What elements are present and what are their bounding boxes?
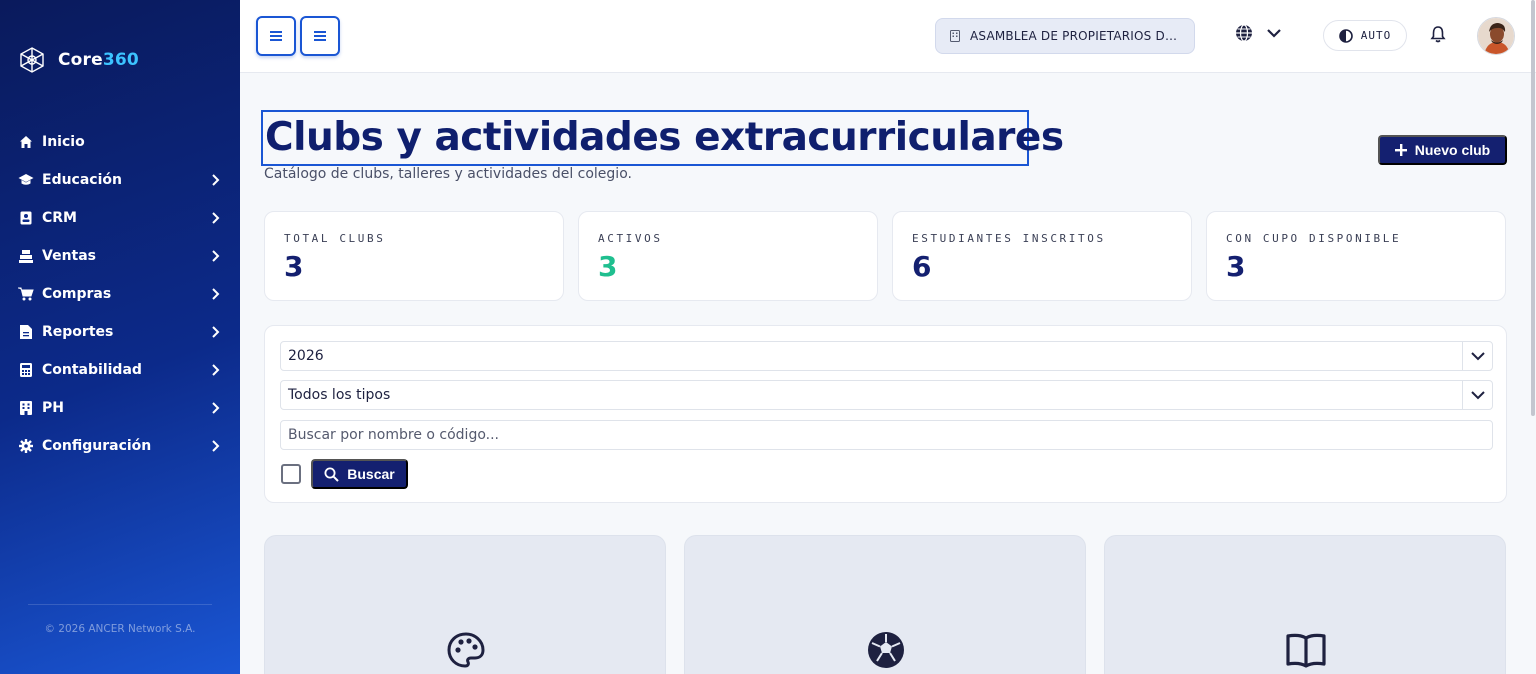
chevron-right-icon — [212, 440, 220, 452]
sidebar-item-label: Compras — [42, 286, 112, 302]
stat-card-total-clubs: TOTAL CLUBS 3 — [264, 211, 564, 301]
sidebar-item-ph[interactable]: PH — [0, 389, 240, 427]
sidebar-item-contabilidad[interactable]: Contabilidad — [0, 351, 240, 389]
page-subtitle: Catálogo de clubs, talleres y actividade… — [264, 166, 632, 182]
sidebar-item-label: Ventas — [42, 248, 97, 264]
club-card[interactable] — [1104, 535, 1506, 674]
sidebar-nav: Inicio Educación CRM Ventas Compras Repo… — [0, 123, 240, 465]
notifications-button[interactable] — [1430, 25, 1446, 47]
new-club-button[interactable]: Nuevo club — [1378, 135, 1507, 165]
chevron-right-icon — [212, 364, 220, 376]
chevron-right-icon — [212, 402, 220, 414]
menu-icon — [270, 31, 282, 41]
sidebar-item-crm[interactable]: CRM — [0, 199, 240, 237]
language-selector[interactable] — [1235, 24, 1281, 42]
search-button[interactable]: Buscar — [311, 459, 408, 489]
file-report-icon — [18, 324, 34, 340]
chevron-down-icon — [1470, 352, 1485, 361]
filters-panel: 2026 Todos los tipos Buscar — [264, 325, 1507, 503]
sidebar-item-educacion[interactable]: Educación — [0, 161, 240, 199]
chevron-right-icon — [212, 212, 220, 224]
sidebar-item-compras[interactable]: Compras — [0, 275, 240, 313]
shopping-cart-icon — [18, 286, 34, 302]
sidebar: Core360 Inicio Educación CRM Ventas Comp… — [0, 0, 240, 674]
chevron-down-icon — [1470, 391, 1485, 400]
club-card[interactable] — [264, 535, 666, 674]
year-select-value: 2026 — [288, 348, 324, 364]
copyright-text: © 2026 ANCER Network S.A. — [44, 623, 196, 635]
search-icon — [324, 467, 339, 482]
menu-icon — [314, 31, 326, 41]
year-select[interactable]: 2026 — [280, 341, 1493, 371]
stat-label: ACTIVOS — [598, 232, 663, 245]
calculator-icon — [18, 362, 34, 378]
chevron-right-icon — [212, 326, 220, 338]
user-avatar-image — [1478, 18, 1514, 54]
search-button-label: Buscar — [347, 466, 395, 482]
graduation-cap-icon — [18, 172, 34, 188]
open-book-icon — [1286, 630, 1326, 670]
chevron-right-icon — [212, 250, 220, 262]
filter-checkbox[interactable] — [281, 464, 301, 484]
core360-logo-icon — [20, 47, 44, 73]
soccer-ball-icon — [866, 630, 906, 670]
brand-logo[interactable]: Core360 — [18, 46, 139, 74]
globe-icon — [1236, 24, 1252, 42]
type-select-value: Todos los tipos — [288, 387, 391, 403]
sidebar-item-configuracion[interactable]: Configuración — [0, 427, 240, 465]
toggle-sidebar-button[interactable] — [256, 16, 296, 56]
sidebar-divider — [28, 604, 212, 605]
theme-toggle[interactable]: AUTO — [1323, 20, 1407, 51]
stat-card-cupo-disponible: CON CUPO DISPONIBLE 3 — [1206, 211, 1506, 301]
sidebar-item-reportes[interactable]: Reportes — [0, 313, 240, 351]
stat-value: 3 — [284, 250, 304, 283]
bell-icon — [1430, 26, 1446, 43]
sidebar-item-label: Inicio — [42, 134, 85, 150]
chevron-right-icon — [212, 174, 220, 186]
building-icon — [18, 400, 34, 416]
stat-value: 6 — [912, 250, 932, 283]
palette-icon — [446, 630, 486, 670]
page-scrollbar[interactable] — [1530, 0, 1536, 416]
stat-card-activos: ACTIVOS 3 — [578, 211, 878, 301]
stat-label: TOTAL CLUBS — [284, 232, 386, 245]
toggle-menu-button[interactable] — [300, 16, 340, 56]
stat-label: CON CUPO DISPONIBLE — [1226, 232, 1402, 245]
sidebar-item-label: Reportes — [42, 324, 114, 340]
contrast-icon — [1338, 28, 1353, 43]
user-avatar[interactable] — [1477, 17, 1515, 55]
contact-card-icon — [18, 210, 34, 226]
club-card[interactable] — [684, 535, 1086, 674]
sidebar-item-ventas[interactable]: Ventas — [0, 237, 240, 275]
sidebar-item-label: CRM — [42, 210, 77, 226]
stat-card-estudiantes-inscritos: ESTUDIANTES INSCRITOS 6 — [892, 211, 1192, 301]
page-title: Clubs y actividades extracurriculares — [261, 110, 1064, 166]
stat-value: 3 — [1226, 250, 1246, 283]
search-input[interactable] — [280, 420, 1493, 450]
sidebar-item-label: Contabilidad — [42, 362, 142, 378]
sidebar-item-label: PH — [42, 400, 64, 416]
sidebar-item-label: Educación — [42, 172, 122, 188]
gear-icon — [18, 438, 34, 454]
sidebar-item-label: Configuración — [42, 438, 152, 454]
type-select-arrow[interactable] — [1462, 381, 1492, 409]
organization-name: ASAMBLEA DE PROPIETARIOS DE ... — [970, 29, 1180, 43]
stat-label: ESTUDIANTES INSCRITOS — [912, 232, 1106, 245]
cash-register-icon — [18, 248, 34, 264]
new-club-label: Nuevo club — [1414, 142, 1491, 158]
type-select[interactable]: Todos los tipos — [280, 380, 1493, 410]
brand-name: Core360 — [58, 50, 139, 70]
plus-icon — [1394, 144, 1407, 156]
sidebar-item-inicio[interactable]: Inicio — [0, 123, 240, 161]
scrollbar-thumb[interactable] — [1531, 0, 1535, 416]
chevron-down-icon — [1267, 29, 1281, 38]
organization-selector[interactable]: ASAMBLEA DE PROPIETARIOS DE ... — [935, 18, 1195, 54]
home-icon — [18, 134, 34, 150]
building-icon — [950, 30, 960, 42]
chevron-right-icon — [212, 288, 220, 300]
topbar: ASAMBLEA DE PROPIETARIOS DE ... AUTO — [240, 0, 1536, 73]
year-select-arrow[interactable] — [1462, 342, 1492, 370]
stat-value: 3 — [598, 250, 618, 283]
theme-mode-label: AUTO — [1360, 29, 1392, 42]
